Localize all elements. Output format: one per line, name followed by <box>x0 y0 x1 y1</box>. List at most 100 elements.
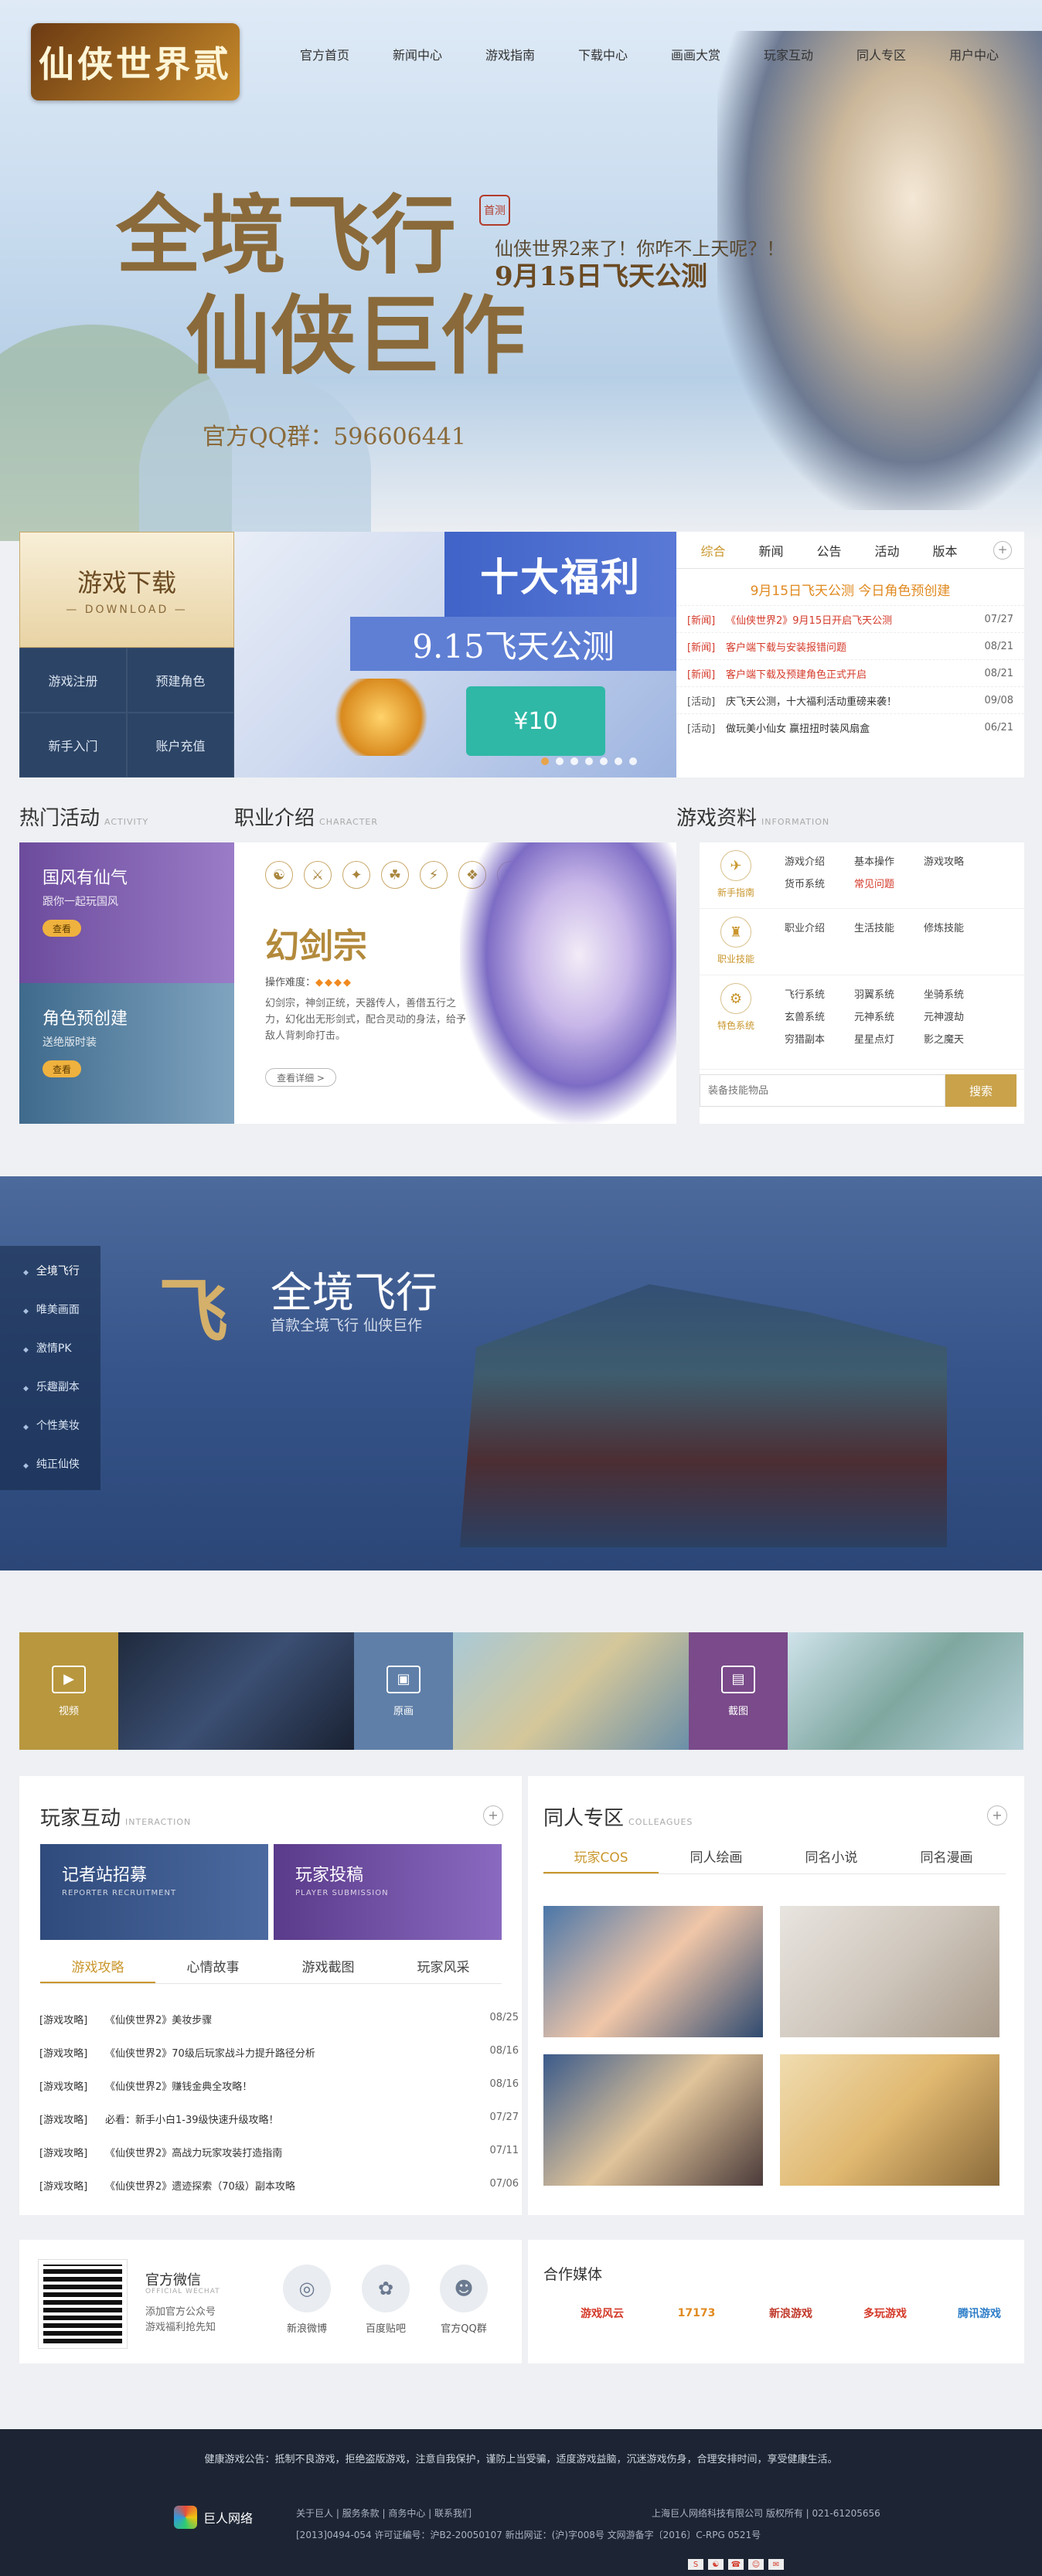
info-link[interactable]: 坐骑系统 <box>924 986 993 1001</box>
info-link[interactable]: 飞行系统 <box>785 986 854 1001</box>
cosplay-photo[interactable] <box>543 2054 763 2186</box>
search-input[interactable] <box>700 1074 945 1107</box>
footer-links[interactable]: 关于巨人 | 服务条款 | 商务中心 | 联系我们 <box>296 2506 472 2520</box>
nav-download[interactable]: 下载中心 <box>557 45 649 63</box>
cosplay-photo[interactable] <box>780 2054 999 2186</box>
info-link[interactable]: 星星点灯 <box>854 1031 924 1046</box>
news-item[interactable]: [活动] 庆飞天公测，十大福利活动重磅来袭！ 09/08 <box>676 686 1024 713</box>
news-item[interactable]: [活动] 做玩美小仙女 赢扭扭时装风扇盒 06/21 <box>676 713 1024 740</box>
activity-card[interactable]: 角色预创建 送绝版时装 查看 <box>19 983 234 1124</box>
search-button[interactable]: 搜索 <box>945 1074 1016 1107</box>
partner-logo[interactable]: 腾讯游戏 <box>938 2300 1021 2326</box>
class-icon[interactable]: ☯ <box>265 861 293 889</box>
class-icon[interactable]: ⚡ <box>420 861 448 889</box>
nav-user-center[interactable]: 用户中心 <box>928 45 1020 63</box>
interaction-more-plus-icon[interactable]: + <box>483 1805 503 1826</box>
feature-menu-item[interactable]: 唯美画面 <box>23 1302 80 1317</box>
news-tab-all[interactable]: 综合 <box>684 541 742 560</box>
game-logo[interactable]: 仙侠世界贰 <box>31 23 240 100</box>
qq-group-link[interactable]: ☻ 官方QQ群 <box>417 2265 510 2335</box>
info-link[interactable]: 影之魔天 <box>924 1031 993 1046</box>
interaction-item[interactable]: [游戏攻略] 《仙侠世界2》赚钱金典全攻略！ 08/16 <box>39 2078 519 2093</box>
news-tab-event[interactable]: 活动 <box>858 541 916 560</box>
precreate-role-link[interactable]: 预建角色 <box>127 648 234 713</box>
news-item[interactable]: [新闻] 客户端下载及预建角色正式开启 08/21 <box>676 659 1024 686</box>
artwork-tab[interactable]: ▣ 原画 <box>354 1632 453 1750</box>
news-more-plus-icon[interactable]: + <box>993 540 1012 560</box>
news-headline[interactable]: 9月15日飞天公测 今日角色预创建 <box>676 580 1024 599</box>
tab-screenshots[interactable]: 游戏截图 <box>271 1952 386 1983</box>
info-link[interactable]: 元神渡劫 <box>924 1009 993 1023</box>
promo-carousel[interactable]: 十大福利 9.15飞天公测 ¥10 <box>234 532 676 778</box>
partner-logo[interactable]: 新浪游戏 <box>749 2300 833 2326</box>
interaction-item[interactable]: [游戏攻略] 必看：新手小白1-39级快速升级攻略！ 07/27 <box>39 2112 519 2126</box>
tab-stories[interactable]: 心情故事 <box>155 1952 271 1983</box>
news-item[interactable]: [新闻] 客户端下载与安装报错问题 08/21 <box>676 632 1024 659</box>
colleagues-more-plus-icon[interactable]: + <box>987 1805 1007 1826</box>
info-link[interactable]: 常见问题 <box>854 876 924 890</box>
interaction-item[interactable]: [游戏攻略] 《仙侠世界2》70级后玩家战斗力提升路径分析 08/16 <box>39 2045 519 2060</box>
tab-cosplay[interactable]: 玩家COS <box>543 1843 659 1873</box>
feature-menu-item[interactable]: 激情PK <box>23 1340 72 1356</box>
tab-comic[interactable]: 同名漫画 <box>889 1843 1004 1873</box>
partner-logo[interactable]: 17173 <box>655 2300 738 2326</box>
tab-player-showcase[interactable]: 玩家风采 <box>386 1952 501 1983</box>
carousel-dot[interactable] <box>615 757 622 765</box>
tab-novel[interactable]: 同名小说 <box>774 1843 889 1873</box>
info-link[interactable]: 职业介绍 <box>785 920 854 934</box>
player-submission-card[interactable]: 玩家投稿 PLAYER SUBMISSION <box>274 1844 502 1940</box>
nav-gallery[interactable]: 画画大赏 <box>649 45 742 63</box>
recharge-link[interactable]: 账户充值 <box>127 713 234 778</box>
info-group-label[interactable]: ♜ 职业技能 <box>710 917 761 965</box>
video-tab[interactable]: ▶ 视频 <box>19 1632 118 1750</box>
nav-fanart[interactable]: 同人专区 <box>835 45 928 63</box>
artwork-thumbnail[interactable] <box>453 1632 689 1750</box>
activity-view-button[interactable]: 查看 <box>43 1060 81 1077</box>
news-item[interactable]: [新闻] 《仙侠世界2》9月15日开启飞天公测 07/27 <box>676 605 1024 632</box>
screenshot-thumbnail[interactable] <box>788 1632 1023 1750</box>
download-button[interactable]: 游戏下载 — DOWNLOAD — <box>19 532 234 648</box>
activity-card[interactable]: 国风有仙气 跟你一起玩国风 查看 <box>19 842 234 983</box>
carousel-dot[interactable] <box>629 757 637 765</box>
interaction-item[interactable]: [游戏攻略] 《仙侠世界2》高战力玩家攻装打造指南 07/11 <box>39 2145 519 2159</box>
info-link[interactable]: 玄兽系统 <box>785 1009 854 1023</box>
class-icon[interactable]: ☘ <box>381 861 409 889</box>
feature-menu-item[interactable]: 全境飞行 <box>23 1263 80 1278</box>
info-link[interactable]: 元神系统 <box>854 1009 924 1023</box>
carousel-dot[interactable] <box>600 757 608 765</box>
news-tab-notice[interactable]: 公告 <box>800 541 858 560</box>
info-link[interactable]: 生活技能 <box>854 920 924 934</box>
cert-badge-icon[interactable]: ☎ <box>728 2559 744 2570</box>
cosplay-photo[interactable] <box>543 1906 763 2037</box>
interaction-item[interactable]: [游戏攻略] 《仙侠世界2》美妆步骤 08/25 <box>39 2012 519 2026</box>
cosplay-photo[interactable] <box>780 1906 999 2037</box>
news-tab-news[interactable]: 新闻 <box>742 541 800 560</box>
register-link[interactable]: 游戏注册 <box>19 648 127 713</box>
video-thumbnail[interactable] <box>118 1632 354 1750</box>
screenshot-tab[interactable]: ▤ 截图 <box>689 1632 788 1750</box>
class-icon[interactable]: ✦ <box>342 861 370 889</box>
feature-menu-item[interactable]: 纯正仙侠 <box>23 1456 80 1472</box>
nav-interaction[interactable]: 玩家互动 <box>742 45 835 63</box>
carousel-dot[interactable] <box>541 757 549 765</box>
tab-strategy[interactable]: 游戏攻略 <box>40 1952 155 1983</box>
info-group-label[interactable]: ✈ 新手指南 <box>710 850 761 899</box>
carousel-dot[interactable] <box>585 757 593 765</box>
company-logo[interactable]: 巨人网络 <box>174 2500 263 2534</box>
cert-badge-icon[interactable]: ✉ <box>768 2559 784 2570</box>
info-link[interactable]: 穷猎副本 <box>785 1031 854 1046</box>
partner-logo[interactable]: 游戏风云 <box>560 2300 644 2326</box>
nav-guide[interactable]: 游戏指南 <box>464 45 557 63</box>
beginner-link[interactable]: 新手入门 <box>19 713 127 778</box>
info-link[interactable]: 货币系统 <box>785 876 854 890</box>
cert-badge-icon[interactable]: ☯ <box>708 2559 724 2570</box>
partner-logo[interactable]: 多玩游戏 <box>843 2300 927 2326</box>
view-details-button[interactable]: 查看详细 > <box>265 1068 336 1087</box>
news-tab-version[interactable]: 版本 <box>916 541 974 560</box>
cert-badge-icon[interactable]: ☺ <box>748 2559 764 2570</box>
feature-menu-item[interactable]: 个性美妆 <box>23 1417 80 1433</box>
cert-badge-icon[interactable]: S <box>688 2559 703 2570</box>
info-link[interactable]: 羽翼系统 <box>854 986 924 1001</box>
nav-home[interactable]: 官方首页 <box>278 45 371 63</box>
carousel-dot[interactable] <box>556 757 564 765</box>
